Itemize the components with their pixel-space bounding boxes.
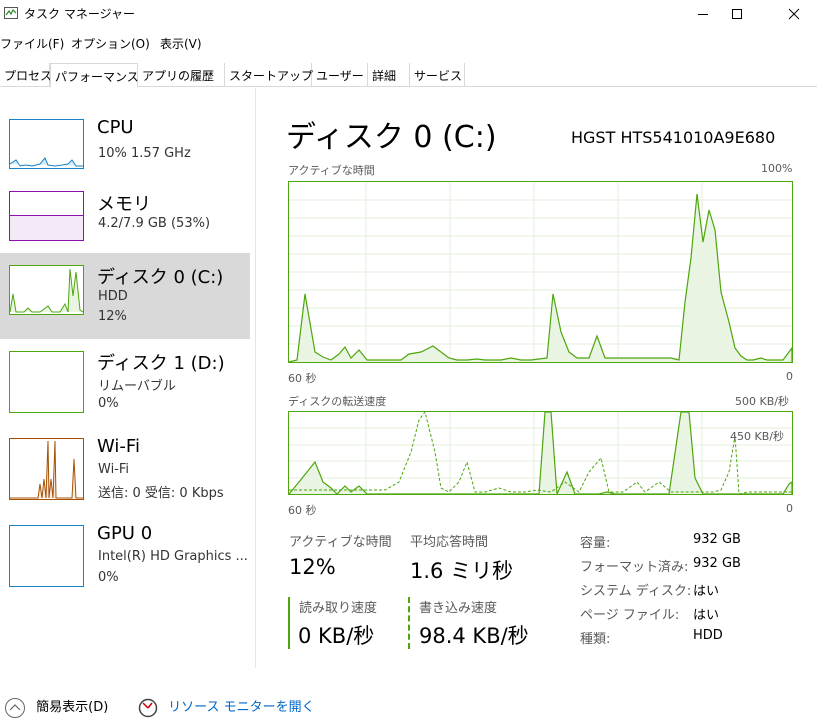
transfer-rate-graph: 450 KB/秒: [288, 411, 793, 495]
resource-title: CPU: [97, 117, 134, 138]
response-time-label: 平均応答時間: [410, 535, 489, 550]
capacity-label: 容量:: [580, 536, 611, 551]
graph2-secondary: 450 KB/秒: [730, 430, 784, 443]
chevron-up-icon: [5, 697, 25, 718]
capacity-value: 932 GB: [693, 532, 741, 547]
read-speed-label: 読み取り速度: [299, 601, 378, 616]
resource-monitor-label: リソース モニターを開く: [168, 700, 315, 715]
resource-sub: リムーバブル: [98, 379, 176, 394]
resource-title: Wi-Fi: [97, 436, 140, 457]
formatted-label: フォーマット済み:: [580, 560, 689, 575]
graph2-max: 500 KB/秒: [735, 395, 789, 408]
write-speed-label: 書き込み速度: [419, 601, 498, 616]
tab-performance[interactable]: パフォーマンス: [50, 63, 139, 88]
disk0-thumbnail: [9, 265, 84, 315]
disk1-thumbnail: [9, 351, 84, 413]
bottom-bar: 簡易表示(D) リソース モニターを開く: [0, 688, 817, 728]
graph1-time: 60 秒: [288, 372, 317, 385]
graph1-max: 100%: [761, 162, 793, 175]
tab-strip: プロセス パフォーマンス アプリの履歴 スタートアップ ユーザー 詳細 サービス: [0, 63, 817, 88]
resource-sub-2: 0%: [98, 396, 119, 411]
gpu-thumbnail: [9, 525, 84, 587]
graph2-zero: 0: [786, 502, 793, 515]
read-speed-value: 0 KB/秒: [298, 624, 375, 648]
tab-details[interactable]: 詳細: [368, 63, 410, 87]
active-time-graph: [288, 181, 793, 363]
resource-monitor-link[interactable]: リソース モニターを開く: [138, 696, 315, 718]
resource-wifi[interactable]: Wi-Fi Wi-Fi 送信: 0 受信: 0 Kbps: [0, 426, 250, 512]
fewer-details-label: 簡易表示(D): [36, 700, 109, 715]
graph1-label: アクティブな時間: [288, 164, 375, 177]
graph2-time: 60 秒: [288, 504, 317, 517]
resource-gpu[interactable]: GPU 0 Intel(R) HD Graphics ... 0%: [0, 513, 250, 599]
page-file-value: はい: [693, 608, 720, 623]
active-time-label: アクティブな時間: [289, 535, 392, 550]
menu-options[interactable]: オプション(O): [71, 35, 150, 52]
resource-disk-0[interactable]: ディスク 0 (C:) HDD 12%: [0, 253, 250, 339]
cpu-thumbnail: [9, 119, 84, 169]
graph1-zero: 0: [786, 370, 793, 383]
resource-title: ディスク 1 (D:): [97, 353, 225, 374]
resource-title: メモリ: [97, 194, 151, 215]
resource-sub: 4.2/7.9 GB (53%): [98, 216, 211, 231]
maximize-icon: [732, 9, 742, 19]
title-bar: タスク マネージャー: [0, 0, 817, 28]
type-label: 種類:: [580, 632, 611, 647]
page-title: ディスク 0 (C:): [286, 120, 497, 155]
resource-sub: Intel(R) HD Graphics ...: [98, 549, 248, 564]
graph2-label: ディスクの転送速度: [288, 395, 387, 408]
resource-sub-2: 0%: [98, 570, 119, 585]
tab-users[interactable]: ユーザー: [312, 63, 368, 87]
resource-sub-2: 送信: 0 受信: 0 Kbps: [98, 486, 224, 501]
resource-sub-2: 12%: [98, 309, 127, 324]
active-time-value: 12%: [289, 555, 336, 579]
resource-sub: HDD: [98, 289, 128, 304]
resource-sub: Wi-Fi: [98, 462, 130, 477]
maximize-button[interactable]: [714, 0, 760, 28]
resource-title: ディスク 0 (C:): [97, 267, 224, 288]
tab-startup[interactable]: スタートアップ: [225, 63, 313, 87]
resource-cpu[interactable]: CPU 10% 1.57 GHz: [0, 107, 250, 193]
tab-services[interactable]: サービス: [410, 63, 465, 87]
menu-view[interactable]: 表示(V): [160, 35, 202, 52]
fewer-details-button[interactable]: 簡易表示(D): [4, 696, 108, 719]
write-speed-bar: [408, 597, 410, 649]
tab-processes[interactable]: プロセス: [0, 63, 52, 87]
disk-model: HGST HTS541010A9E680: [571, 128, 776, 147]
response-time-value: 1.6 ミリ秒: [410, 559, 514, 583]
minimize-icon: [698, 14, 708, 15]
formatted-value: 932 GB: [693, 556, 741, 571]
page-file-label: ページ ファイル:: [580, 608, 680, 623]
system-disk-value: はい: [693, 584, 720, 599]
resource-sub: 10% 1.57 GHz: [98, 146, 191, 161]
resource-monitor-icon: [138, 698, 158, 717]
menu-file[interactable]: ファイル(F): [0, 35, 64, 52]
memory-thumbnail: [9, 191, 84, 241]
close-icon: [788, 8, 800, 20]
resource-list: CPU 10% 1.57 GHz メモリ 4.2/7.9 GB (53%) ディ…: [0, 88, 252, 678]
type-value: HDD: [693, 628, 723, 643]
tab-app-history[interactable]: アプリの履歴: [138, 63, 225, 87]
read-speed-bar: [288, 597, 290, 649]
resource-title: GPU 0: [97, 523, 153, 544]
task-manager-icon: [4, 7, 18, 19]
resource-disk-1[interactable]: ディスク 1 (D:) リムーバブル 0%: [0, 339, 250, 425]
write-speed-value: 98.4 KB/秒: [419, 624, 529, 648]
close-button[interactable]: [771, 0, 817, 28]
window-title: タスク マネージャー: [24, 7, 135, 21]
wifi-thumbnail: [9, 438, 84, 500]
system-disk-label: システム ディスク:: [580, 584, 692, 599]
pane-divider: [255, 88, 256, 668]
